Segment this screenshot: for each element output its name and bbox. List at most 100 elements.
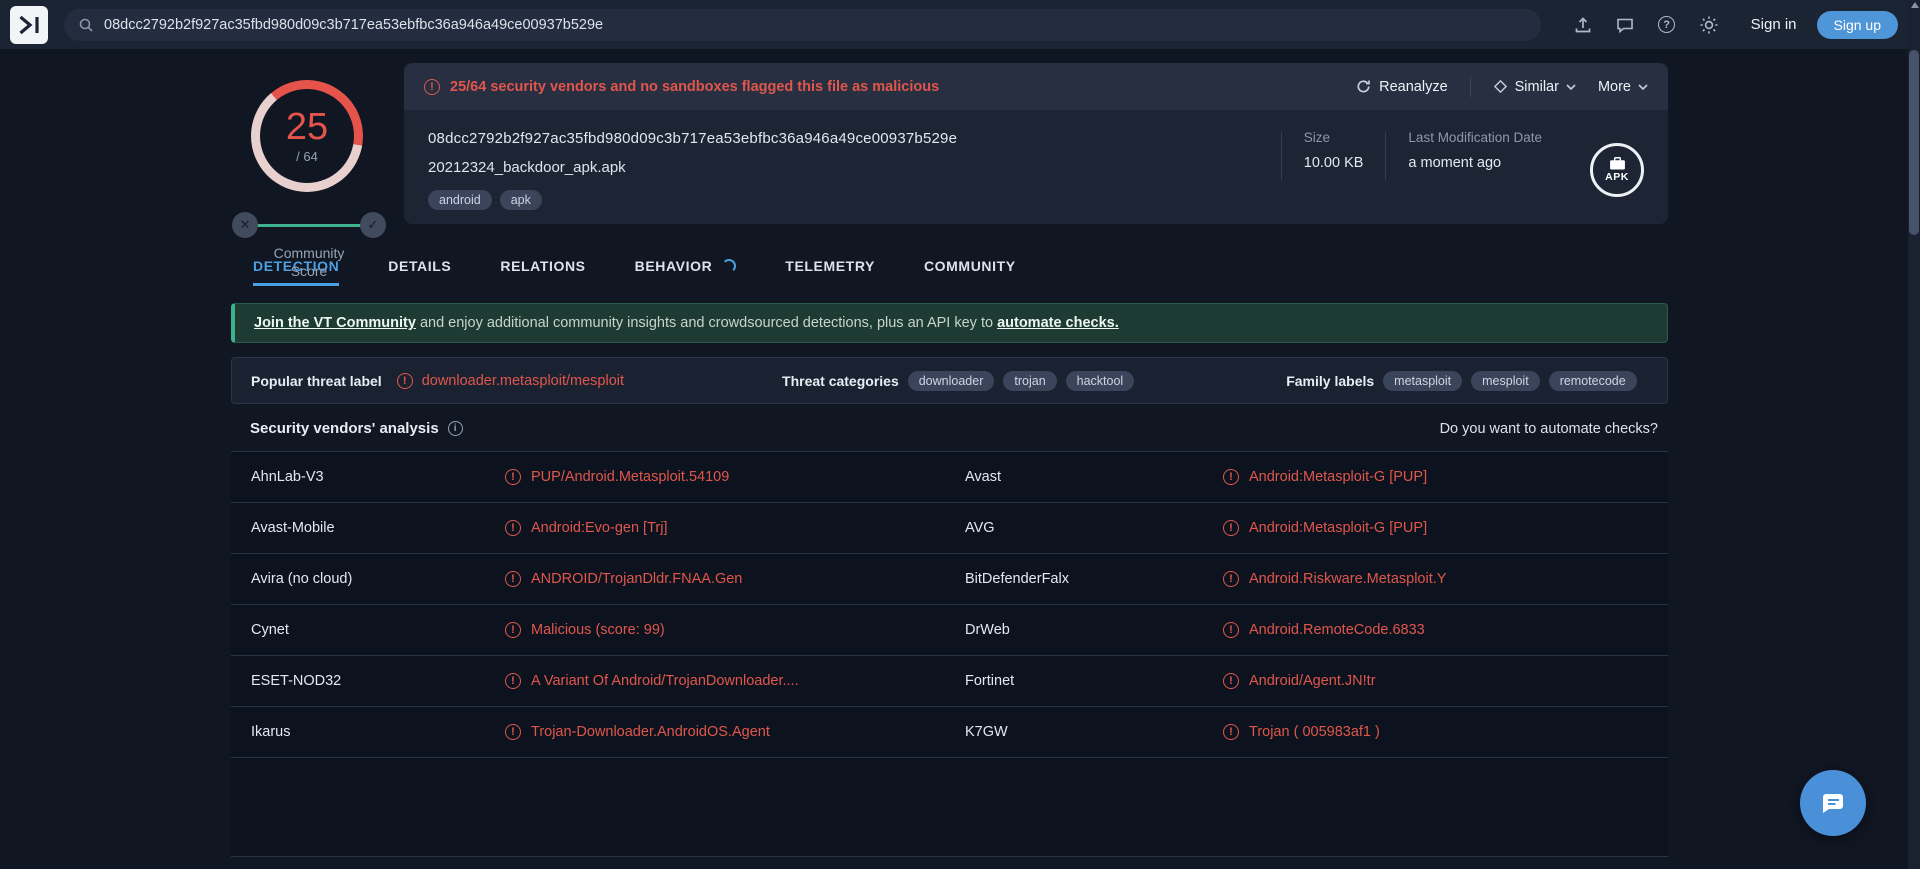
automate-checks-question[interactable]: Do you want to automate checks? <box>1440 421 1658 437</box>
similar-button[interactable]: Similar <box>1493 79 1576 95</box>
popular-threat-value[interactable]: downloader.metasploit/mesploit <box>422 373 624 389</box>
threat-category-chips: downloader trojan hacktool <box>899 370 1135 391</box>
file-meta: Size 10.00 KB Last Modification Date a m… <box>1280 130 1644 210</box>
verdict-text: 25/64 security vendors and no sandboxes … <box>450 78 940 95</box>
search-bar[interactable] <box>64 8 1541 41</box>
reanalyze-button[interactable]: Reanalyze <box>1355 78 1448 95</box>
upload-icon[interactable] <box>1567 9 1599 41</box>
vendor-analysis-title: Security vendors' analysis <box>250 420 439 437</box>
table-row: Avira (no cloud) ! ANDROID/TrojanDldr.FN… <box>231 554 1668 605</box>
virustotal-logo-icon <box>19 15 39 34</box>
file-size: Size 10.00 KB <box>1282 130 1386 171</box>
warning-icon: ! <box>1223 622 1239 638</box>
file-actions: Reanalyze Similar More <box>1355 76 1648 97</box>
reanalyze-label: Reanalyze <box>1379 78 1448 95</box>
sign-up-button[interactable]: Sign up <box>1816 10 1898 39</box>
similar-icon <box>1493 79 1507 94</box>
file-tag-chip[interactable]: apk <box>499 190 542 210</box>
vendor-name: Fortinet <box>965 673 1015 689</box>
vendor-result: ! Malicious (score: 99) <box>505 622 965 638</box>
file-details: 08dcc2792b2f927ac35fbd980d09c3b717ea53eb… <box>404 110 1668 224</box>
file-tags: android apk <box>428 190 957 210</box>
comment-icon[interactable] <box>1609 9 1641 41</box>
family-label-chip[interactable]: metasploit <box>1383 370 1463 391</box>
vote-malicious-icon[interactable]: ✕ <box>232 212 258 238</box>
vendor-result: ! Android.RemoteCode.6833 <box>1223 622 1668 638</box>
table-row: ESET-NOD32 ! A Variant Of Android/Trojan… <box>231 656 1668 707</box>
family-labels-label: Family labels <box>1286 372 1375 389</box>
warning-icon: ! <box>1223 571 1239 587</box>
vendor-name: ESET-NOD32 <box>251 673 342 689</box>
file-tag-chip[interactable]: android <box>428 190 492 210</box>
report-tab[interactable]: COMMUNITY <box>924 258 1016 286</box>
detections-total: / 64 <box>296 149 318 164</box>
threat-categories-group: Threat categories downloader trojan hackto… <box>782 370 1135 391</box>
virustotal-logo[interactable] <box>10 5 48 44</box>
file-type-label: APK <box>1605 171 1629 183</box>
chat-icon <box>1823 794 1843 813</box>
report-tab[interactable]: RELATIONS <box>500 258 585 286</box>
similar-label: Similar <box>1514 78 1559 95</box>
info-icon[interactable]: i <box>447 421 463 436</box>
last-modification-value: a moment ago <box>1408 155 1502 171</box>
join-community-link[interactable]: Join the VT Community <box>254 315 416 331</box>
automate-checks-link[interactable]: automate checks. <box>997 315 1119 331</box>
table-row-cutoff <box>231 758 1668 857</box>
result-text: Android/Agent.JN!tr <box>1249 673 1376 689</box>
scrollbar-up-arrow[interactable] <box>1911 2 1919 8</box>
tab-label: RELATIONS <box>500 258 586 274</box>
scrollbar-track[interactable] <box>1908 0 1920 869</box>
vendor-name: Avast <box>965 469 1002 485</box>
popular-threat-label-group: Popular threat label ! downloader.metasp… <box>251 372 624 389</box>
scrollbar-thumb[interactable] <box>1909 50 1919 235</box>
vendor-name: Avira (no cloud) <box>251 571 353 587</box>
warning-icon: ! <box>505 622 521 638</box>
result-text: PUP/Android.Metasploit.54109 <box>531 469 730 485</box>
more-button[interactable]: More <box>1598 79 1648 95</box>
sign-in-link[interactable]: Sign in <box>1751 16 1797 33</box>
vendor-name: AVG <box>965 520 995 536</box>
table-row: Ikarus ! Trojan-Downloader.AndroidOS.Age… <box>231 707 1668 758</box>
family-label-chip[interactable]: mesploit <box>1471 370 1540 391</box>
briefcase-icon <box>1609 157 1625 170</box>
vendor-result: ! Android:Evo-gen [Trj] <box>505 520 965 536</box>
result-text: ANDROID/TrojanDldr.FNAA.Gen <box>531 571 743 587</box>
threat-category-chip[interactable]: downloader <box>907 370 995 391</box>
vendor-result: ! Android.Riskware.Metasploit.Y <box>1223 571 1668 587</box>
tab-label: BEHAVIOR <box>634 258 713 274</box>
chat-fab-button[interactable] <box>1800 770 1866 836</box>
warning-icon: ! <box>424 78 440 95</box>
threat-category-chip[interactable]: trojan <box>1003 370 1057 391</box>
loading-spinner-icon <box>722 259 737 273</box>
search-input[interactable] <box>104 16 1527 33</box>
vendor-result: ! Trojan ( 005983af1 ) <box>1223 724 1668 740</box>
chevron-down-icon <box>1566 83 1576 90</box>
community-score-label: Community Score <box>273 245 345 279</box>
warning-icon: ! <box>396 372 413 389</box>
help-icon[interactable]: ? <box>1651 9 1683 41</box>
more-label: More <box>1597 78 1631 95</box>
chevron-down-icon <box>1638 83 1648 90</box>
vendor-name: Ikarus <box>251 724 291 740</box>
warning-icon: ! <box>1223 724 1239 740</box>
detections-count: 25 <box>285 106 329 148</box>
vendor-analysis-header: Security vendors' analysis i Do you want… <box>231 420 1668 437</box>
theme-toggle-icon[interactable] <box>1693 9 1725 41</box>
vote-harmless-icon[interactable]: ✓ <box>360 212 386 238</box>
report-tab[interactable]: TELEMETRY <box>785 258 875 286</box>
report-tabs: DETECTION DETAILS RELATIONS BEHAVIOR TEL… <box>231 258 1668 286</box>
family-label-chip[interactable]: remotecode <box>1548 370 1637 391</box>
result-text: Android:Metasploit-G [PUP] <box>1249 520 1428 536</box>
warning-icon: ! <box>1223 673 1239 689</box>
detection-score: 25 / 64 <box>260 89 354 183</box>
size-value: 10.00 KB <box>1303 155 1364 171</box>
threat-category-chip[interactable]: hacktool <box>1065 370 1135 391</box>
file-summary-section: ! 25/64 security vendors and no sandboxe… <box>231 49 1668 224</box>
result-text: Android:Evo-gen [Trj] <box>531 520 668 536</box>
vendor-name: Avast-Mobile <box>251 520 335 536</box>
vendor-name: BitDefenderFalx <box>965 571 1069 587</box>
vendor-name: DrWeb <box>965 622 1010 638</box>
last-modification: Last Modification Date a moment ago <box>1386 130 1564 171</box>
family-label-chips: metasploit mesploit remotecode <box>1374 370 1637 391</box>
report-tab[interactable]: BEHAVIOR <box>635 258 737 286</box>
